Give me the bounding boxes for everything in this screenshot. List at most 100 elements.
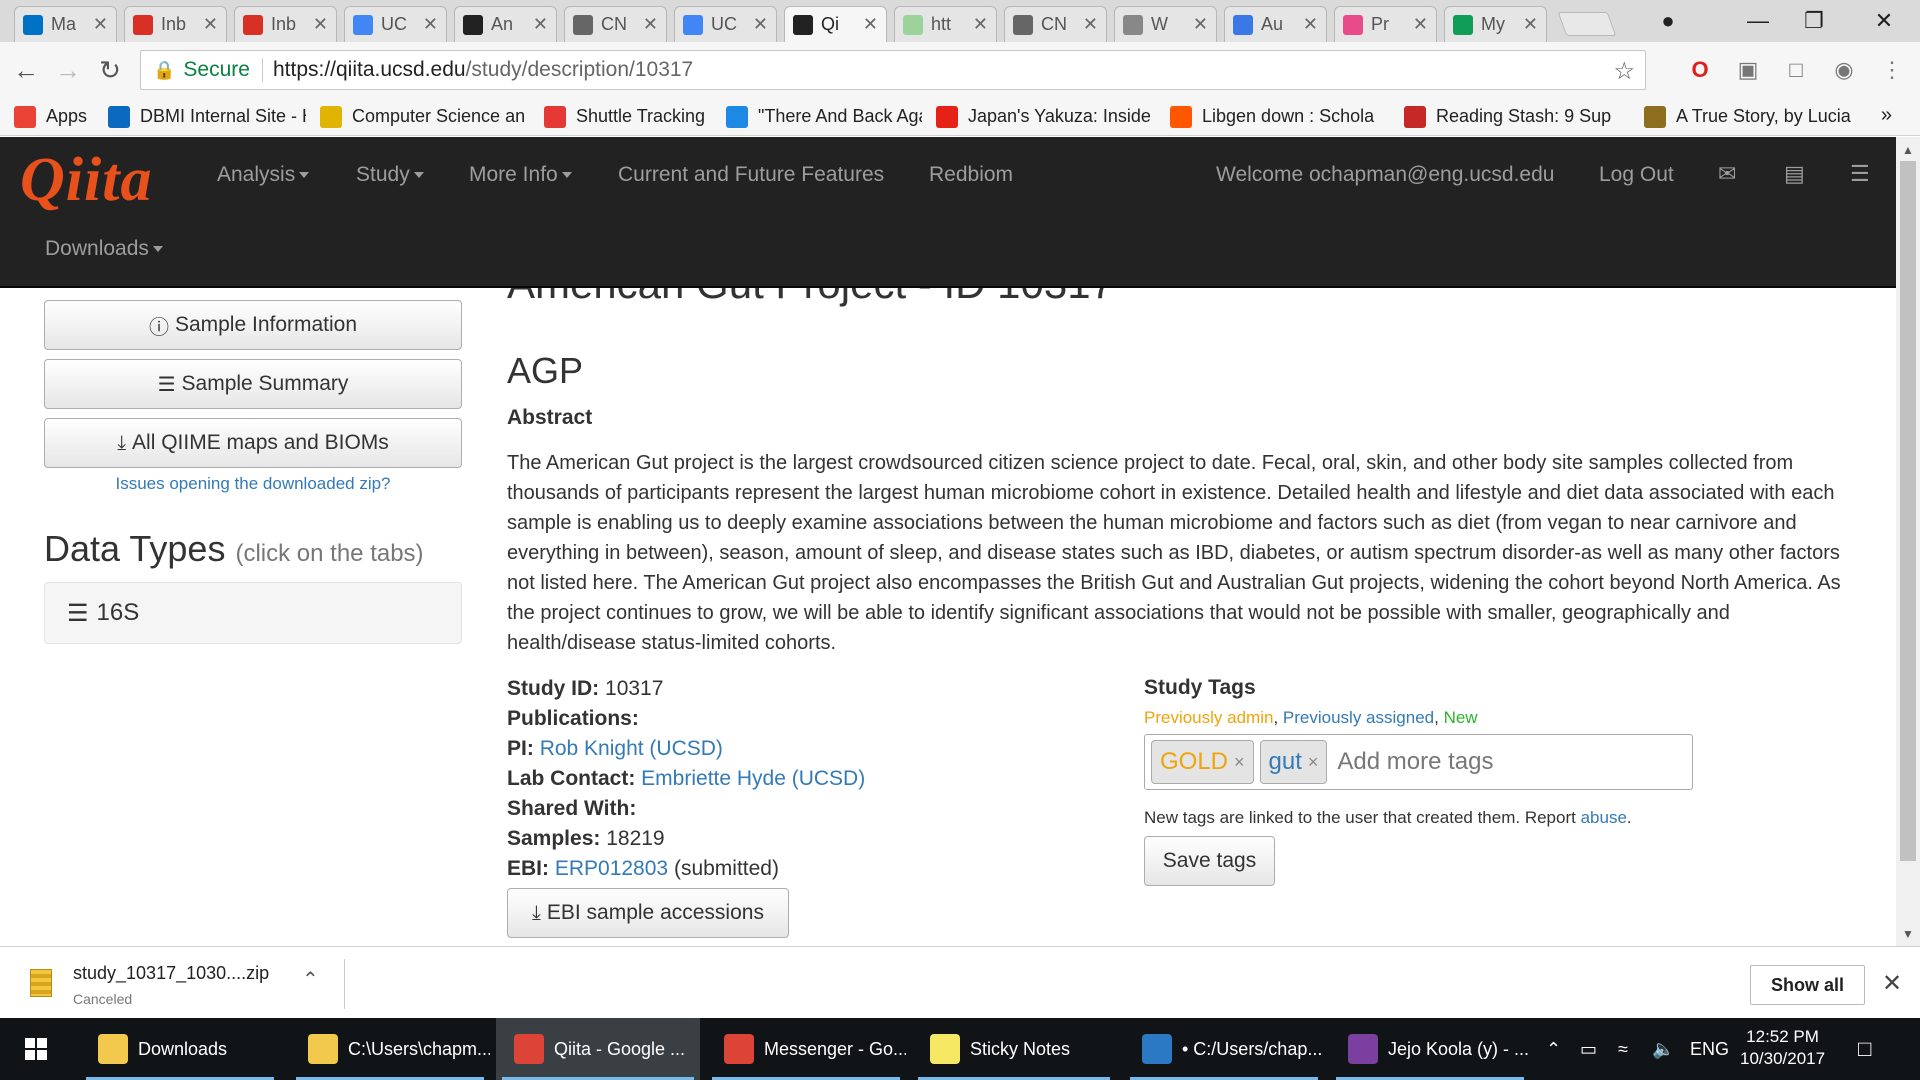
close-tab-icon[interactable]: ✕ [1523,14,1538,35]
lab-contact-link[interactable]: Embriette Hyde (UCSD) [641,767,865,790]
browser-tab[interactable]: W ✕ [1114,6,1217,42]
download-all-maps-button[interactable]: ⤓ All QIIME maps and BIOMs [44,418,462,468]
browser-tab[interactable]: Inb ✕ [234,6,337,42]
sample-summary-button[interactable]: ☰ Sample Summary [44,359,462,409]
close-tab-icon[interactable]: ✕ [973,14,988,35]
forward-icon[interactable]: → [52,54,84,86]
tags-input-box[interactable]: GOLD × gut × Add more tags [1144,734,1693,790]
browser-tab[interactable]: My ✕ [1444,6,1547,42]
language-indicator[interactable]: ENG [1690,1018,1729,1080]
taskbar-item[interactable]: Downloads [80,1018,280,1080]
nav-downloads[interactable]: Downloads [45,237,163,261]
bookmark-item[interactable]: Japan's Yakuza: Inside [936,105,1156,128]
close-window-icon[interactable]: ✕ [1856,0,1912,42]
windows-start-icon[interactable] [0,1018,72,1080]
bookmark-item[interactable]: Apps [14,105,94,128]
issues-zip-link[interactable]: Issues opening the downloaded zip? [44,474,462,494]
tag-gold[interactable]: GOLD × [1151,740,1254,784]
notifications-icon[interactable]: □ [1858,1018,1871,1080]
save-tags-button[interactable]: Save tags [1144,836,1275,886]
reload-icon[interactable]: ↻ [94,54,126,86]
browser-tab[interactable]: An ✕ [454,6,557,42]
bookmark-star-icon[interactable]: ☆ [1613,57,1635,86]
sample-information-button[interactable]: ⓘ Sample Information [44,300,462,350]
bookmark-item[interactable]: A True Story, by Lucia [1644,105,1854,128]
menu-dots-icon[interactable]: ⋮ [1878,56,1906,84]
opera-extension-icon[interactable]: O [1686,56,1714,84]
restore-icon[interactable]: ❐ [1786,0,1842,42]
browser-tab[interactable]: UC ✕ [344,6,447,42]
close-tab-icon[interactable]: ✕ [863,14,878,35]
browser-tab[interactable]: Pr ✕ [1334,6,1437,42]
browser-tab[interactable]: htt ✕ [894,6,997,42]
nav-current-future-features[interactable]: Current and Future Features [618,163,884,187]
close-tab-icon[interactable]: ✕ [93,14,108,35]
nav-more-info[interactable]: More Info [469,163,572,187]
taskbar-item[interactable]: Jejo Koola (y) - ... [1330,1018,1530,1080]
browser-tab[interactable]: CN ✕ [1004,6,1107,42]
ebi-sample-accessions-button[interactable]: ⤓ EBI sample accessions [507,888,789,938]
show-all-downloads-button[interactable]: Show all [1750,965,1865,1005]
browser-tab[interactable]: Qi ✕ [784,6,887,42]
scroll-up-icon[interactable]: ▲ [1902,143,1914,157]
page-extension-icon[interactable]: □ [1782,56,1810,84]
battery-icon[interactable]: ▭ [1580,1018,1597,1080]
close-tab-icon[interactable]: ✕ [1303,14,1318,35]
bookmarks-overflow[interactable]: » [1881,104,1892,127]
close-tab-icon[interactable]: ✕ [1083,14,1098,35]
download-filename[interactable]: study_10317_1030....zip [73,963,269,984]
scrollbar-thumb[interactable] [1900,161,1916,861]
close-tab-icon[interactable]: ✕ [1413,14,1428,35]
browser-tab[interactable]: Au ✕ [1224,6,1327,42]
bookmark-item[interactable]: DBMI Internal Site - H [108,105,306,128]
close-tab-icon[interactable]: ✕ [423,14,438,35]
bookmark-item[interactable]: "There And Back Aga [726,105,922,128]
browser-tab[interactable]: Ma ✕ [14,6,117,42]
bookmark-item[interactable]: Computer Science an [320,105,530,128]
close-tab-icon[interactable]: ✕ [533,14,548,35]
report-abuse-link[interactable]: abuse [1581,808,1627,827]
page-scrollbar[interactable]: ▲ ▼ [1896,137,1920,946]
wifi-icon[interactable]: ≈ [1618,1018,1628,1080]
qiita-logo[interactable]: Qiita [20,145,152,216]
remove-tag-icon[interactable]: × [1308,752,1319,773]
jobs-list-icon[interactable]: ▤ [1784,161,1805,187]
taskbar-item[interactable]: Messenger - Go... [706,1018,906,1080]
messages-icon[interactable]: ✉ [1718,161,1736,187]
close-tab-icon[interactable]: ✕ [753,14,768,35]
data-type-tab-16s[interactable]: ☰ 16S [44,582,462,644]
volume-icon[interactable]: 🔈 [1652,1018,1674,1080]
back-icon[interactable]: ← [10,54,42,86]
browser-tab[interactable]: Inb ✕ [124,6,227,42]
cast-extension-icon[interactable]: ▣ [1734,56,1762,84]
taskbar-item[interactable]: Sticky Notes [912,1018,1116,1080]
tag-gut[interactable]: gut × [1259,740,1328,784]
pi-link[interactable]: Rob Knight (UCSD) [540,737,723,760]
nav-redbiom[interactable]: Redbiom [929,163,1013,187]
taskbar-item[interactable]: • C:/Users/chap... [1124,1018,1324,1080]
taskbar-item[interactable]: Qiita - Google ... [496,1018,700,1080]
taskbar-item[interactable]: C:\Users\chapm... [290,1018,490,1080]
address-bar[interactable]: 🔒 Secure https://qiita.ucsd.edu/study/de… [140,50,1646,90]
minimize-icon[interactable]: — [1730,0,1786,42]
nav-welcome-user[interactable]: Welcome ochapman@eng.ucsd.edu [1216,163,1554,187]
bookmark-item[interactable]: Libgen down : Schola [1170,105,1390,128]
ebi-link[interactable]: ERP012803 [555,857,668,880]
close-tab-icon[interactable]: ✕ [643,14,658,35]
nav-study[interactable]: Study [356,163,424,187]
extension-icon[interactable]: ◉ [1830,56,1858,84]
chevron-up-icon[interactable]: ⌃ [302,967,319,992]
tray-chevron-icon[interactable]: ⌃ [1546,1018,1561,1080]
add-tags-input[interactable]: Add more tags [1337,748,1493,776]
bookmark-item[interactable]: Shuttle Tracking [544,105,712,128]
system-clock[interactable]: 12:52 PM 10/30/2017 [1740,1026,1825,1070]
profile-icon[interactable]: ● [1640,0,1696,42]
scroll-down-icon[interactable]: ▼ [1902,927,1914,941]
server-icon[interactable]: ☰ [1850,161,1870,187]
remove-tag-icon[interactable]: × [1234,752,1245,773]
new-tab-button[interactable] [1557,12,1617,36]
bookmark-item[interactable]: Reading Stash: 9 Sup [1404,105,1630,128]
nav-logout[interactable]: Log Out [1599,163,1674,187]
browser-tab[interactable]: CN ✕ [564,6,667,42]
browser-tab[interactable]: UC ✕ [674,6,777,42]
